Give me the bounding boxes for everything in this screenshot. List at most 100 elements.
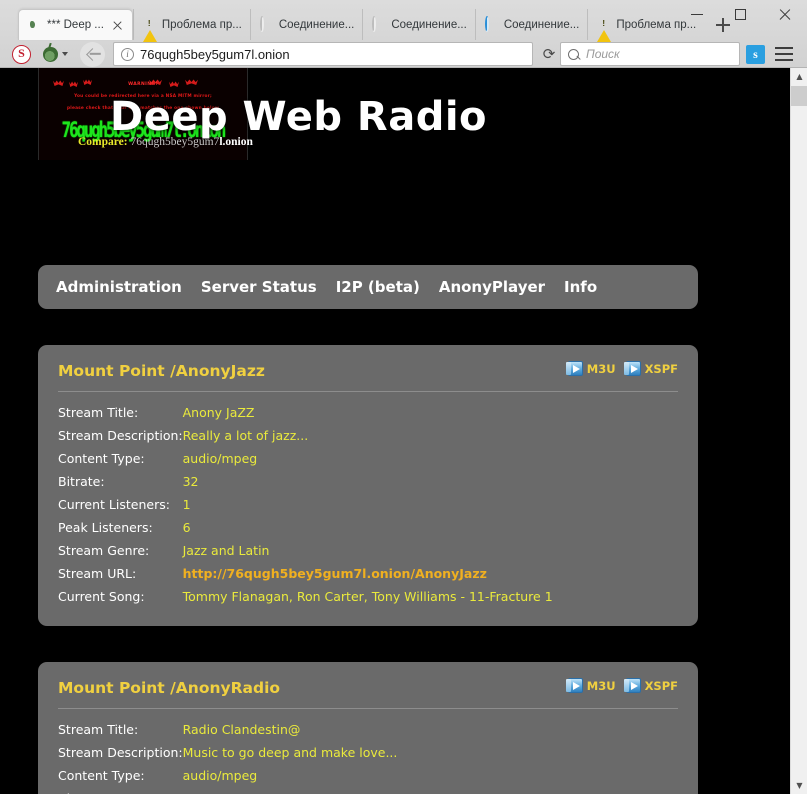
xspf-label: XSPF: [645, 679, 678, 693]
navigation-toolbar: S i 76qugh5bey5gum7l.onion ⟳ Поиск s: [0, 40, 807, 68]
stream-info-table: Stream Title:Radio Clandestin@ Stream De…: [58, 718, 678, 794]
stream-url-link[interactable]: http://76qugh5bey5gum7l.onion/AnonyJazz: [183, 562, 678, 585]
mount-point-title-prefix: Mount Point: [58, 679, 170, 697]
table-row: Content Type:audio/mpeg: [58, 764, 678, 787]
row-value: Music to go deep and make love...: [183, 741, 678, 764]
extension-icon[interactable]: s: [746, 45, 765, 64]
row-label: Content Type:: [58, 447, 183, 470]
tab-soedinenie-1[interactable]: Соединение...: [250, 9, 362, 40]
page-title: Deep Web Radio: [110, 94, 487, 140]
tab-label: *** Deep ...: [47, 19, 104, 31]
table-row: Stream URL:http://76qugh5bey5gum7l.onion…: [58, 562, 678, 585]
m3u-link[interactable]: M3U: [568, 678, 616, 693]
m3u-label: M3U: [587, 679, 616, 693]
site-info-icon[interactable]: i: [121, 48, 134, 61]
nav-item-i2p[interactable]: I2P (beta): [336, 278, 420, 296]
table-row: Bitrate:32: [58, 470, 678, 493]
row-label: Stream Title:: [58, 401, 183, 424]
table-row: Stream Title:Anony JaZZ: [58, 401, 678, 424]
mount-point-card: Mount Point /AnonyRadio M3U XSPF Stream …: [38, 662, 698, 794]
menu-icon[interactable]: [775, 47, 793, 61]
row-label: Bitrate:: [58, 787, 183, 794]
row-label: Stream URL:: [58, 562, 183, 585]
row-label: Stream Description:: [58, 741, 183, 764]
spinner-icon: [260, 18, 274, 32]
page-viewport: WARNING! You could be redirected here vi…: [0, 68, 790, 794]
nav-item-anonyplayer[interactable]: AnonyPlayer: [439, 278, 545, 296]
table-row: Content Type:audio/mpeg: [58, 447, 678, 470]
tab-deep-web-radio[interactable]: *** Deep ...: [18, 9, 133, 40]
scroll-down-button[interactable]: ▼: [791, 777, 807, 794]
maximize-button[interactable]: [719, 0, 763, 28]
warning-header: WARNING!: [39, 82, 247, 87]
row-value: 6: [183, 516, 678, 539]
xspf-link[interactable]: XSPF: [626, 678, 678, 693]
mount-point-header: Mount Point /AnonyJazz M3U XSPF: [58, 361, 678, 392]
play-icon: [568, 678, 583, 693]
spinner-icon: [372, 18, 386, 32]
mount-point-path: /AnonyRadio: [170, 679, 280, 697]
tab-label: Соединение...: [279, 19, 354, 31]
chevron-down-icon[interactable]: [62, 52, 68, 56]
mount-point-path: /AnonyJazz: [170, 362, 265, 380]
tab-label: Проблема пр...: [162, 19, 242, 31]
play-icon: [626, 678, 641, 693]
table-row: Stream Description:Music to go deep and …: [58, 741, 678, 764]
url-bar[interactable]: i 76qugh5bey5gum7l.onion: [113, 42, 533, 66]
row-label: Current Song:: [58, 585, 183, 608]
scroll-up-button[interactable]: ▲: [791, 68, 807, 85]
row-label: Current Listeners:: [58, 493, 183, 516]
row-label: Peak Listeners:: [58, 516, 183, 539]
search-box[interactable]: Поиск: [560, 42, 740, 66]
row-value: Jazz and Latin: [183, 539, 678, 562]
row-value: audio/mpeg: [183, 764, 678, 787]
stream-info-table: Stream Title:Anony JaZZ Stream Descripti…: [58, 401, 678, 608]
row-value: Anony JaZZ: [183, 401, 678, 424]
row-label: Stream Genre:: [58, 539, 183, 562]
url-text: 76qugh5bey5gum7l.onion: [140, 47, 290, 62]
close-window-button[interactable]: [763, 0, 807, 28]
back-button[interactable]: [80, 42, 105, 67]
row-value: Really a lot of jazz...: [183, 424, 678, 447]
playlist-links: M3U XSPF: [568, 678, 678, 693]
reload-icon[interactable]: ⟳: [538, 43, 560, 65]
noscript-icon[interactable]: S: [12, 45, 31, 64]
table-row: Bitrate:32: [58, 787, 678, 794]
mount-point-card: Mount Point /AnonyJazz M3U XSPF Stream T…: [38, 345, 698, 626]
scrollbar-thumb[interactable]: [791, 86, 807, 106]
search-placeholder: Поиск: [586, 47, 620, 61]
tab-label: Соединение...: [391, 19, 466, 31]
play-icon: [568, 361, 583, 376]
table-row: Stream Description:Really a lot of jazz.…: [58, 424, 678, 447]
playlist-links: M3U XSPF: [568, 361, 678, 376]
row-label: Bitrate:: [58, 470, 183, 493]
browser-chrome: *** Deep ... Проблема пр... Соединение..…: [0, 0, 807, 68]
nav-item-server-status[interactable]: Server Status: [201, 278, 317, 296]
mount-point-title: Mount Point /AnonyJazz: [58, 362, 265, 380]
xspf-link[interactable]: XSPF: [626, 361, 678, 376]
onion-icon[interactable]: [43, 47, 58, 62]
page-scrollbar[interactable]: ▲ ▼: [790, 68, 807, 794]
warning-icon: [143, 18, 157, 32]
mount-point-title: Mount Point /AnonyRadio: [58, 679, 280, 697]
window-controls: [675, 0, 807, 28]
nav-item-administration[interactable]: Administration: [56, 278, 182, 296]
table-row: Current Listeners:1: [58, 493, 678, 516]
m3u-link[interactable]: M3U: [568, 361, 616, 376]
spinner-blue-icon: [485, 18, 499, 32]
close-icon[interactable]: [111, 19, 124, 32]
table-row: Peak Listeners:6: [58, 516, 678, 539]
tab-label: Соединение...: [504, 19, 579, 31]
globe-icon: [28, 18, 42, 32]
site-banner: WARNING! You could be redirected here vi…: [0, 68, 790, 176]
nav-item-info[interactable]: Info: [564, 278, 597, 296]
search-icon: [568, 49, 579, 60]
tab-soedinenie-3[interactable]: Соединение...: [475, 9, 587, 40]
row-label: Content Type:: [58, 764, 183, 787]
row-label: Stream Title:: [58, 718, 183, 741]
minimize-button[interactable]: [675, 0, 719, 28]
m3u-label: M3U: [587, 362, 616, 376]
mount-point-header: Mount Point /AnonyRadio M3U XSPF: [58, 678, 678, 709]
tab-soedinenie-2[interactable]: Соединение...: [362, 9, 474, 40]
tab-problema-1[interactable]: Проблема пр...: [133, 9, 250, 40]
